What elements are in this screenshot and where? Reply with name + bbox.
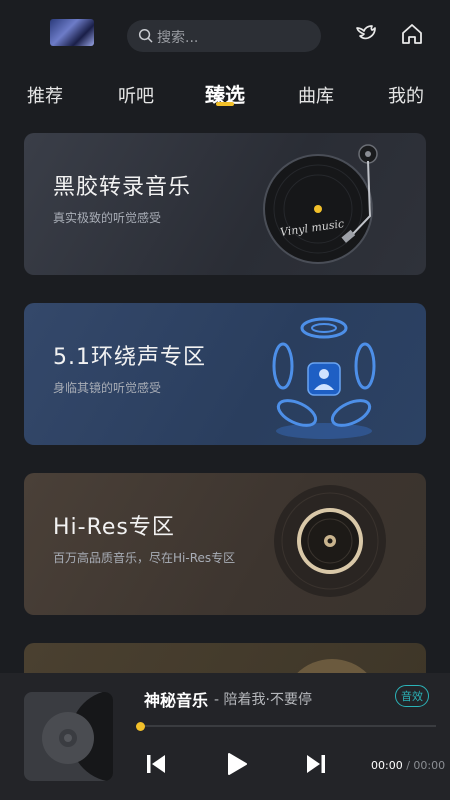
tab-bar: 推荐 听吧 臻选 曲库 我的 [0,72,450,112]
card-title: Hi-Res专区 [53,515,175,540]
card-surround[interactable]: 5.1环绕声专区 身临其镜的听觉感受 [24,303,426,445]
vinyl-record-icon: Vinyl music [263,144,378,264]
previous-icon[interactable] [146,753,166,775]
tab-recommend[interactable]: 推荐 [27,82,63,108]
card-title: 黑胶转录音乐 [53,175,192,200]
play-icon[interactable] [226,752,248,776]
active-tab-indicator [216,102,234,106]
search-bar[interactable]: 搜索... [127,20,321,52]
search-placeholder: 搜索... [157,30,199,46]
progress-track[interactable] [140,725,436,727]
card-title: 5.1环绕声专区 [53,345,206,370]
search-icon [138,28,153,43]
card-hires[interactable]: Hi-Res专区 百万高品质音乐，尽在Hi-Res专区 [24,473,426,615]
current-time: 00:00 [371,759,403,772]
song-title: 神秘音乐 [144,691,209,710]
avatar[interactable] [50,19,94,46]
card-subtitle: 真实极致的听觉感受 [53,211,162,225]
next-icon[interactable] [306,753,326,775]
home-icon[interactable] [400,22,424,46]
tab-library[interactable]: 曲库 [298,82,334,108]
top-bar: 搜索... [0,0,450,72]
sound-effect-badge[interactable]: 音效 [395,685,429,707]
song-subtitle: - 陪着我·不要停 [214,692,312,708]
time-separator: / [406,759,410,772]
time-display: 00:00 / 00:00 [371,759,445,772]
mini-player: 神秘音乐 - 陪着我·不要停 音效 00:00 / 00:00 [0,673,450,800]
card-subtitle: 百万高品质音乐，尽在Hi-Res专区 [53,551,236,565]
card-subtitle: 身临其镜的听觉感受 [53,381,162,395]
bird-icon[interactable] [354,22,378,46]
album-cover[interactable] [24,692,113,781]
progress-knob[interactable] [136,722,145,731]
disc-placeholder-icon [42,692,113,781]
card-vinyl[interactable]: 黑胶转录音乐 真实极致的听觉感受 Vinyl music [24,133,426,275]
tab-mine[interactable]: 我的 [388,82,424,108]
tab-listen[interactable]: 听吧 [118,82,154,108]
total-time: 00:00 [413,759,446,772]
surround-sound-icon [272,317,376,439]
disc-icon [274,485,386,597]
